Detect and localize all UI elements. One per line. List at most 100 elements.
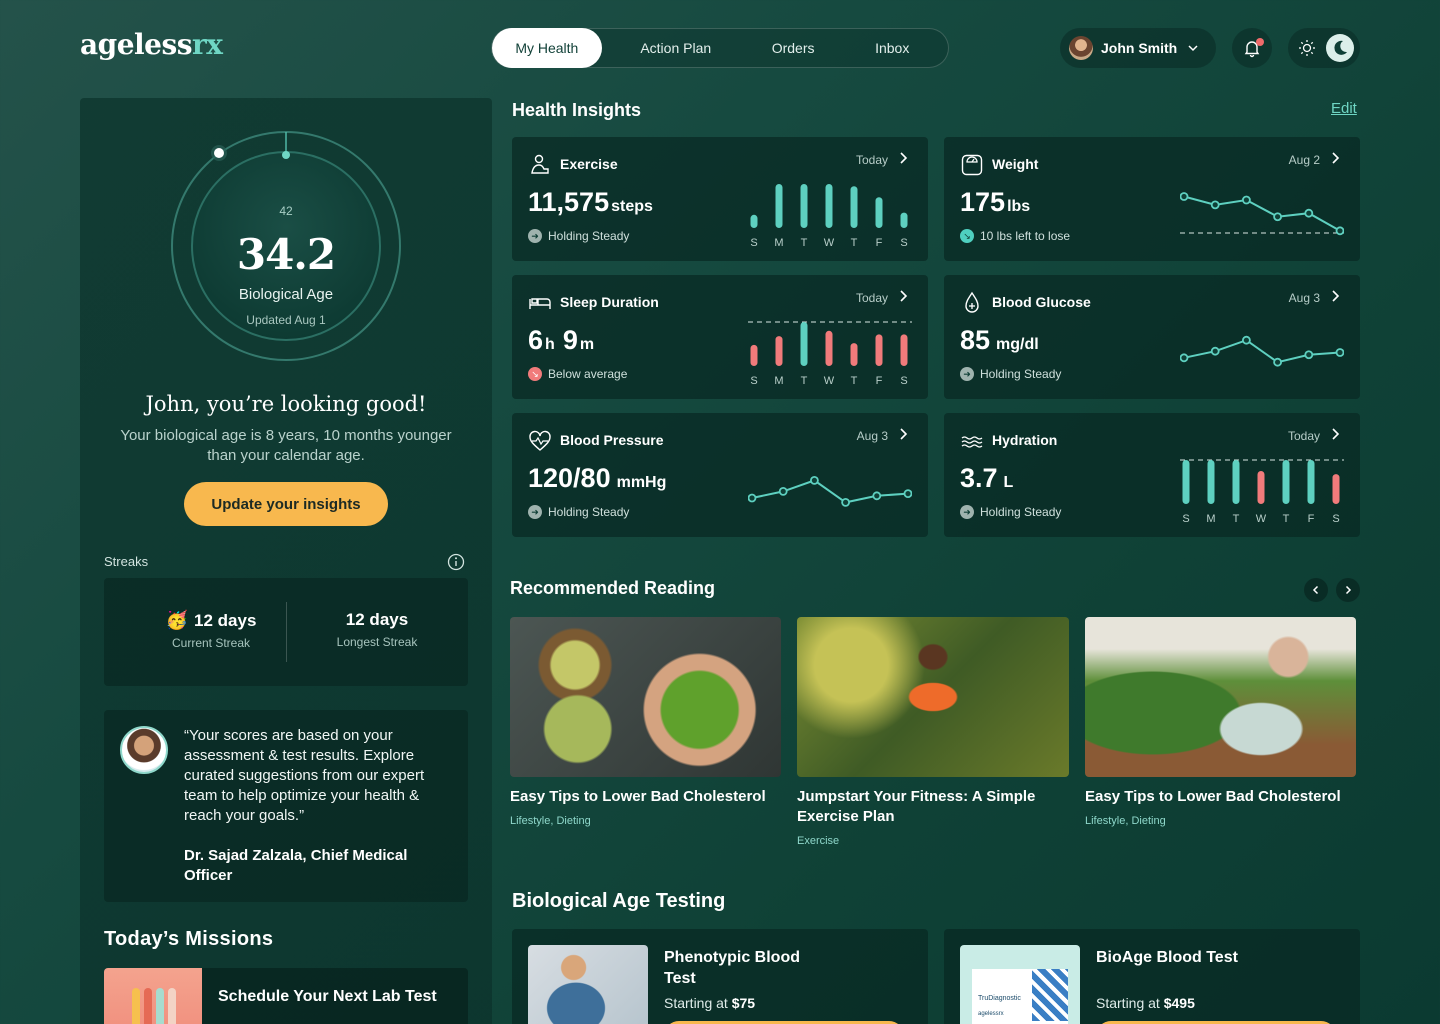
longest-streak: 12 days Longest Streak xyxy=(286,610,468,649)
data-point xyxy=(872,491,882,501)
data-point xyxy=(1304,208,1314,218)
mission-card[interactable]: Schedule Your Next Lab Test xyxy=(104,968,468,1024)
theme-toggle[interactable] xyxy=(1288,28,1360,68)
chart-bar xyxy=(1182,460,1190,504)
article-title: Easy Tips to Lower Bad Cholesterol xyxy=(510,788,766,805)
current-streak: 🥳 12 days Current Streak xyxy=(120,610,302,650)
chevron-right-icon[interactable] xyxy=(1328,289,1342,303)
main-nav: My Health Action Plan Orders Inbox xyxy=(491,28,949,68)
tick-label: F xyxy=(876,375,883,387)
edit-link[interactable]: Edit xyxy=(1331,100,1357,117)
chevron-right-icon[interactable] xyxy=(1328,151,1342,165)
chart-bar xyxy=(775,336,783,366)
chart-bar xyxy=(825,184,833,228)
test-card[interactable]: TruDiagnostic agelessrx BioAge Blood Tes… xyxy=(944,929,1360,1024)
tab-orders[interactable]: Orders xyxy=(750,28,837,68)
test-image-kit: TruDiagnostic agelessrx xyxy=(960,945,1080,1024)
exercise-icon xyxy=(531,154,549,174)
logo[interactable]: agelessrx xyxy=(80,28,223,61)
user-menu[interactable]: John Smith xyxy=(1060,28,1216,68)
article-card[interactable]: Jumpstart Your Fitness: A Simple Exercis… xyxy=(797,617,1069,847)
waves-icon xyxy=(961,436,983,448)
exercise-title: Exercise xyxy=(560,156,618,172)
trudiagnostic-logo: TruDiagnostic xyxy=(978,995,1021,1002)
longest-streak-label: Longest Streak xyxy=(336,635,418,649)
chart-bar xyxy=(1307,460,1315,504)
article-tags: Exercise xyxy=(797,835,840,847)
test-price: Starting at $75 xyxy=(664,995,756,1011)
arrow-right-icon: ➜ xyxy=(528,229,542,243)
sun-icon[interactable] xyxy=(1298,39,1316,57)
update-insights-button[interactable]: Update your insights xyxy=(184,482,388,526)
series-line xyxy=(1183,339,1341,364)
chart-bar xyxy=(750,344,758,366)
data-point xyxy=(1273,357,1282,367)
data-point xyxy=(1180,192,1189,201)
trend-down-icon: ↘ xyxy=(960,229,974,243)
article-image-avocado xyxy=(510,617,781,777)
sleep-chart: SMTWTFS xyxy=(748,321,912,387)
droplet-icon xyxy=(965,291,979,313)
notifications-button[interactable] xyxy=(1232,28,1272,68)
tick-label: M xyxy=(774,375,783,387)
info-icon[interactable] xyxy=(447,553,465,571)
glucose-title: Blood Glucose xyxy=(992,294,1091,310)
chevron-right-icon[interactable] xyxy=(896,427,910,441)
chevron-left-icon xyxy=(1312,585,1319,595)
current-streak-label: Current Streak xyxy=(171,636,251,650)
doctor-quote: “Your scores are based on your assessmen… xyxy=(104,710,468,902)
tick-label: S xyxy=(900,375,907,387)
test-card[interactable]: Phenotypic Blood Test Starting at $75 xyxy=(512,929,928,1024)
data-point xyxy=(1273,212,1282,222)
chart-bar xyxy=(875,334,883,366)
weight-status: ↘ 10 lbs left to lose xyxy=(960,229,1070,243)
carousel-next-button[interactable] xyxy=(1336,578,1360,602)
avatar xyxy=(1069,36,1093,60)
tick-label: S xyxy=(750,375,757,387)
tab-my-health[interactable]: My Health xyxy=(492,28,602,68)
logo-accent: rx xyxy=(192,28,223,61)
glucose-card[interactable]: Blood Glucose Aug 3 85 mg/dl ➜ Holding Ste… xyxy=(944,275,1360,399)
bed-icon xyxy=(529,298,551,309)
data-point xyxy=(1210,200,1220,210)
greeting-subtext: Your biological age is 8 years, 10 month… xyxy=(120,427,452,464)
trend-down-icon: ↘ xyxy=(528,367,542,381)
weight-chart xyxy=(1180,192,1344,236)
chevron-right-icon[interactable] xyxy=(896,151,910,165)
mission-title: Schedule Your Next Lab Test xyxy=(218,988,437,1005)
streaks-title: Streaks xyxy=(104,554,149,569)
tab-action-plan[interactable]: Action Plan xyxy=(602,28,750,68)
hydration-card[interactable]: Hydration Today 3.7 L ➜ Holding Steady S M T… xyxy=(944,413,1360,537)
chart-bar xyxy=(850,186,858,228)
tick-label: W xyxy=(1256,513,1267,525)
chart-bar xyxy=(1332,474,1340,504)
article-card[interactable]: Easy Tips to Lower Bad Cholesterol Lifes… xyxy=(510,617,781,827)
scale-icon xyxy=(961,154,983,176)
blood-pressure-status: ➜ Holding Steady xyxy=(528,505,629,519)
chart-bar xyxy=(1207,460,1215,504)
sleep-card[interactable]: Sleep Duration Today 6h9m ↘ Below average… xyxy=(512,275,928,399)
chevron-right-icon[interactable] xyxy=(896,289,910,303)
data-point xyxy=(810,475,819,485)
tick-label: F xyxy=(1308,513,1315,525)
chart-bar xyxy=(1232,460,1240,504)
hydration-date: Today xyxy=(1287,429,1320,443)
quote-author: Dr. Sajad Zalzala, Chief Medical Officer xyxy=(184,847,408,884)
blood-pressure-card[interactable]: Blood Pressure Aug 3 120/80 mmHg ➜ Holding… xyxy=(512,413,928,537)
weight-date: Aug 2 xyxy=(1288,153,1320,167)
chart-bar xyxy=(1257,471,1265,504)
chevron-right-icon[interactable] xyxy=(1328,427,1342,441)
hydration-title: Hydration xyxy=(992,432,1058,448)
streaks-box: 🥳 12 days Current Streak 12 days Longest … xyxy=(104,578,468,686)
tab-inbox[interactable]: Inbox xyxy=(836,28,948,68)
weight-card[interactable]: Weight Aug 2 175 lbs ↘ 10 lbs left to lose xyxy=(944,137,1360,261)
tick-label: W xyxy=(824,375,835,387)
moon-toggle[interactable] xyxy=(1326,34,1354,62)
arrow-right-icon: ➜ xyxy=(960,367,974,381)
carousel-prev-button[interactable] xyxy=(1304,578,1328,602)
exercise-card[interactable]: Exercise Today 11,575 steps ➜ Holding Stea… xyxy=(512,137,928,261)
blood-pressure-title: Blood Pressure xyxy=(560,432,664,448)
data-point xyxy=(841,498,850,507)
article-card[interactable]: Easy Tips to Lower Bad Cholesterol Lifes… xyxy=(1085,617,1356,827)
article-image-runner xyxy=(797,617,1069,777)
